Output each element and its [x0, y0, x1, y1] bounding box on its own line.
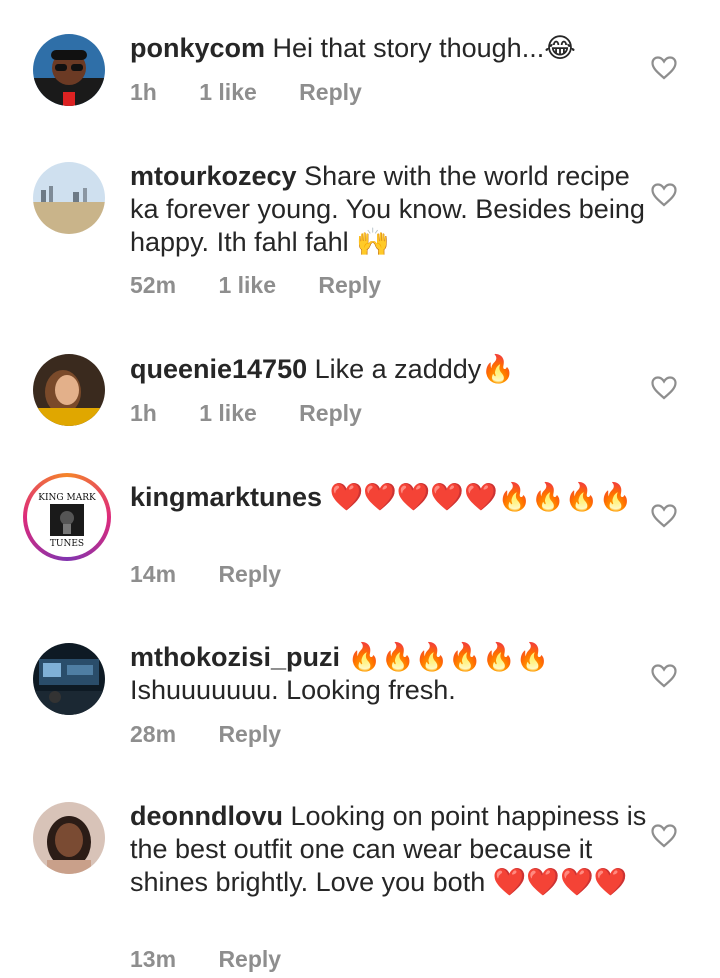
username[interactable]: queenie14750 [130, 354, 307, 384]
comment-text: Hei that story though... [272, 33, 545, 63]
comment-body: deonndlovu Looking on point happiness is… [130, 800, 650, 899]
avatar-man-cap-icon [33, 34, 105, 106]
laughing-emoji: 😂 [544, 33, 576, 63]
like-count[interactable]: 1 like [218, 272, 276, 298]
avatar[interactable] [33, 643, 105, 715]
username[interactable]: mtourkozecy [130, 161, 297, 191]
avatar[interactable] [33, 354, 105, 426]
reply-button[interactable]: Reply [218, 561, 281, 587]
comment-meta: 13m Reply [130, 946, 317, 973]
like-heart-icon[interactable] [651, 376, 677, 400]
story-ring-avatar[interactable]: KING MARK TUNES [23, 473, 111, 561]
like-heart-icon[interactable] [651, 824, 677, 848]
username[interactable]: ponkycom [130, 33, 265, 63]
reply-button[interactable]: Reply [218, 721, 281, 747]
avatar[interactable] [33, 34, 105, 106]
reply-button[interactable]: Reply [218, 946, 281, 972]
like-count[interactable]: 1 like [199, 400, 257, 426]
avatar-beach-icon [33, 162, 105, 234]
fire-emoji: 🔥 [481, 354, 515, 384]
comment-meta: 1h 1 like Reply [130, 400, 398, 427]
username[interactable]: mthokozisi_puzi [130, 642, 340, 672]
like-heart-icon[interactable] [651, 664, 677, 688]
raised-hands-emoji: 🙌 [356, 227, 390, 257]
comment-text: Like a zadddy [314, 354, 482, 384]
timestamp: 28m [130, 721, 177, 747]
comment-body: kingmarktunes ❤️❤️❤️❤️❤️🔥🔥🔥🔥 [130, 481, 650, 514]
avatar[interactable] [33, 802, 105, 874]
like-heart-icon[interactable] [651, 56, 677, 80]
comment-body: mthokozisi_puzi 🔥🔥🔥🔥🔥🔥 Ishuuuuuuu. Looki… [130, 641, 650, 707]
comment-meta: 1h 1 like Reply [130, 79, 398, 106]
like-heart-icon[interactable] [651, 504, 677, 528]
avatar-logo-icon: KING MARK TUNES [30, 480, 104, 554]
comment-body: ponkycom Hei that story though...😂 [130, 32, 650, 65]
comment-meta: 28m Reply [130, 721, 317, 748]
reply-button[interactable]: Reply [299, 79, 362, 105]
comments-list: ponkycom Hei that story though...😂 1h 1 … [0, 0, 720, 978]
hearts-fire-emoji: ❤️❤️❤️❤️❤️🔥🔥🔥🔥 [329, 482, 633, 512]
username[interactable]: deonndlovu [130, 801, 283, 831]
username[interactable]: kingmarktunes [130, 482, 322, 512]
avatar-studio-icon [33, 643, 105, 715]
like-count[interactable]: 1 like [199, 79, 257, 105]
avatar-woman-2-icon [33, 802, 105, 874]
like-heart-icon[interactable] [651, 183, 677, 207]
comment-text: Ishuuuuuuu. Looking fresh. [130, 675, 456, 705]
reply-button[interactable]: Reply [299, 400, 362, 426]
avatar-logo-top-text: KING MARK [38, 493, 96, 503]
avatar-woman-icon [33, 354, 105, 426]
comment-meta: 14m Reply [130, 561, 317, 588]
reply-button[interactable]: Reply [318, 272, 381, 298]
comment-body: queenie14750 Like a zadddy🔥 [130, 353, 650, 386]
hearts-emoji: ❤️❤️❤️❤️ [492, 867, 628, 897]
timestamp: 1h [130, 400, 157, 426]
timestamp: 1h [130, 79, 157, 105]
timestamp: 13m [130, 946, 177, 972]
avatar[interactable] [33, 162, 105, 234]
timestamp: 14m [130, 561, 177, 587]
comment-body: mtourkozecy Share with the world recipe … [130, 160, 650, 259]
avatar-logo-bottom-text: TUNES [50, 539, 84, 549]
fire-emoji-row: 🔥🔥🔥🔥🔥🔥 [347, 642, 550, 672]
timestamp: 52m [130, 272, 177, 298]
comment-meta: 52m 1 like Reply [130, 272, 417, 299]
